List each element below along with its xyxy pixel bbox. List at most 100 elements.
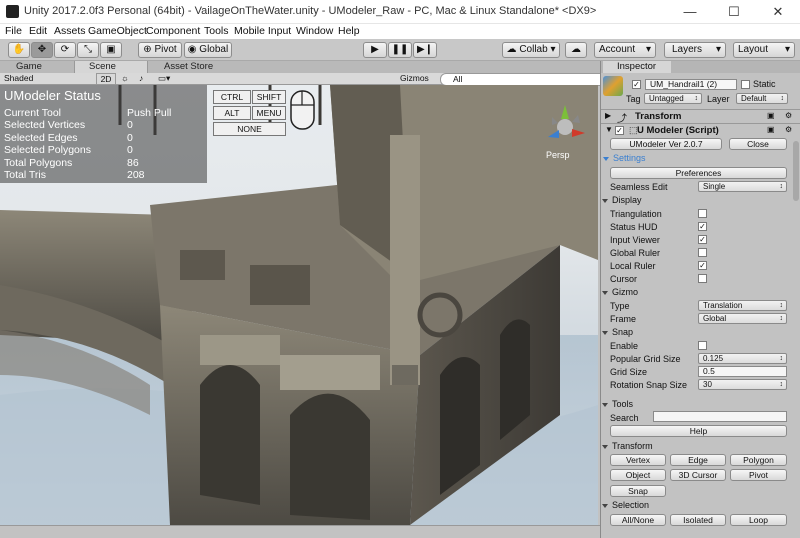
seamless-edit-dropdown[interactable]: Single	[698, 181, 787, 192]
pivot-toggle[interactable]: ⊕ Pivot	[138, 42, 182, 58]
main-toolbar: ✋ ✥ ⟳ ⤡ ▣ ⊕ Pivot ◉ Global ▶ ❚❚ ▶❙ ☁ Col…	[0, 39, 800, 61]
gizmos-dropdown[interactable]: Gizmos	[400, 73, 429, 84]
help-book-icon[interactable]: ▣	[767, 125, 775, 134]
cursor-checkbox[interactable]	[698, 274, 707, 283]
object-name-field[interactable]: UM_Handrail1 (2)	[645, 79, 737, 90]
inspector-scrollbar[interactable]	[793, 141, 799, 201]
rotation-snap-size-dropdown[interactable]: 30	[698, 379, 787, 390]
play-button[interactable]: ▶	[363, 42, 387, 58]
help-button[interactable]: Help	[610, 425, 787, 437]
menu-mobile-input[interactable]: Mobile Input	[234, 25, 291, 37]
cloud-check-icon: ☁	[506, 44, 517, 55]
status-bar	[0, 525, 600, 538]
input-viewer-checkbox[interactable]: ✓	[698, 235, 707, 244]
gizmo-frame-dropdown[interactable]: Global	[698, 313, 787, 324]
all-none-button[interactable]: All/None	[610, 514, 666, 526]
shading-mode-dropdown[interactable]: Shaded	[4, 73, 84, 84]
audio-icon[interactable]: ♪	[139, 73, 143, 84]
menu-component[interactable]: Component	[146, 25, 200, 37]
step-button[interactable]: ▶❙	[413, 42, 437, 58]
tools-search-input[interactable]	[653, 411, 787, 422]
settings-section[interactable]: Settings	[603, 153, 646, 163]
account-dropdown[interactable]: Account ▾	[594, 42, 656, 58]
status-hud-checkbox[interactable]: ✓	[698, 222, 707, 231]
edge-button[interactable]: Edge	[670, 454, 726, 466]
object-button[interactable]: Object	[610, 469, 666, 481]
gear-icon[interactable]: ⚙	[785, 125, 792, 134]
minimize-button[interactable]: —	[668, 0, 712, 24]
cloud-services-button[interactable]: ☁	[565, 42, 587, 58]
move-tool-button[interactable]: ✥	[31, 42, 53, 58]
tools-section[interactable]: Tools	[602, 399, 633, 409]
selection-label: Selection	[612, 500, 650, 510]
loop-button[interactable]: Loop	[730, 514, 787, 526]
snap-enable-checkbox[interactable]	[698, 341, 707, 350]
menu-edit[interactable]: Edit	[29, 25, 47, 37]
popular-grid-size-dropdown[interactable]: 0.125	[698, 353, 787, 364]
grid-size-field[interactable]: 0.5	[698, 366, 787, 377]
layers-dropdown[interactable]: Layers ▾	[664, 42, 726, 58]
search-label: Search	[610, 413, 639, 423]
rotate-tool-button[interactable]: ⟳	[54, 42, 76, 58]
globe-icon: ◉	[187, 44, 197, 55]
maximize-button[interactable]: ☐	[712, 0, 756, 24]
snap-button[interactable]: Snap	[610, 485, 666, 497]
3d-cursor-button[interactable]: 3D Cursor	[670, 469, 726, 481]
global-ruler-label: Global Ruler	[610, 248, 661, 258]
triangulation-checkbox[interactable]	[698, 209, 707, 218]
polygon-button[interactable]: Polygon	[730, 454, 787, 466]
gizmo-section[interactable]: Gizmo	[602, 287, 638, 297]
pivot-button[interactable]: Pivot	[730, 469, 787, 481]
help-book-icon[interactable]: ▣	[767, 111, 775, 120]
snap-label: Snap	[612, 327, 634, 337]
global-toggle[interactable]: ◉ Global	[184, 42, 232, 58]
layer-dropdown[interactable]: Default	[736, 93, 788, 104]
transform-section-label: Transform	[612, 441, 653, 451]
global-ruler-checkbox[interactable]	[698, 248, 707, 257]
collab-dropdown[interactable]: ☁ Collab ▾	[502, 42, 560, 58]
local-ruler-checkbox[interactable]: ✓	[698, 261, 707, 270]
snap-section[interactable]: Snap	[602, 327, 633, 337]
tag-dropdown[interactable]: Untagged	[644, 93, 702, 104]
script-enabled-checkbox[interactable]: ✓	[615, 126, 624, 135]
menu-assets[interactable]: Assets	[54, 25, 86, 37]
vertex-button[interactable]: Vertex	[610, 454, 666, 466]
hand-tool-button[interactable]: ✋	[8, 42, 30, 58]
close-umodeler-button[interactable]: Close	[729, 138, 787, 150]
menu-file[interactable]: File	[5, 25, 22, 37]
version-button[interactable]: UModeler Ver 2.0.7	[610, 138, 722, 150]
gizmo-type-dropdown[interactable]: Translation	[698, 300, 787, 311]
menu-window[interactable]: Window	[296, 25, 333, 37]
chevron-down-icon: ▾	[784, 44, 790, 55]
rect-tool-button[interactable]: ▣	[100, 42, 122, 58]
menu-help[interactable]: Help	[338, 25, 360, 37]
scene-tab-bar: Game Scene Asset Store	[0, 61, 600, 73]
gizmo-type-label: Type	[610, 301, 630, 311]
preferences-button[interactable]: Preferences	[610, 167, 787, 179]
hud-row-label: Selected Polygons	[4, 144, 91, 156]
effects-icon[interactable]: ▭▾	[158, 73, 170, 84]
lighting-icon[interactable]: ☼	[121, 73, 129, 84]
tab-scene[interactable]: Scene	[74, 61, 148, 73]
scale-tool-button[interactable]: ⤡	[77, 42, 99, 58]
isolated-button[interactable]: Isolated	[670, 514, 726, 526]
menu-tools[interactable]: Tools	[204, 25, 229, 37]
selection-section[interactable]: Selection	[602, 500, 649, 510]
popular-grid-size-label: Popular Grid Size	[610, 354, 681, 364]
layout-dropdown[interactable]: Layout ▾	[733, 42, 795, 58]
umodeler-component-header[interactable]: ▼ ✓ ⬚ U Modeler (Script) ▣ ⚙	[601, 123, 800, 136]
transform-section[interactable]: Transform	[602, 441, 653, 451]
display-section[interactable]: Display	[602, 195, 642, 205]
tab-asset-store[interactable]: Asset Store	[150, 61, 230, 73]
transform-component-header[interactable]: ▶ ⤴ Transform ▣ ⚙	[601, 109, 800, 125]
persp-label[interactable]: Persp	[546, 150, 570, 160]
script-title: U Modeler (Script)	[637, 125, 719, 136]
static-checkbox[interactable]	[741, 80, 750, 89]
menu-gameobject[interactable]: GameObject	[88, 25, 147, 37]
gear-icon[interactable]: ⚙	[785, 111, 792, 120]
tab-game[interactable]: Game	[2, 61, 72, 73]
pause-button[interactable]: ❚❚	[388, 42, 412, 58]
object-active-checkbox[interactable]: ✓	[632, 80, 641, 89]
close-window-button[interactable]: ✕	[756, 0, 800, 24]
tab-inspector[interactable]: Inspector	[603, 61, 671, 73]
